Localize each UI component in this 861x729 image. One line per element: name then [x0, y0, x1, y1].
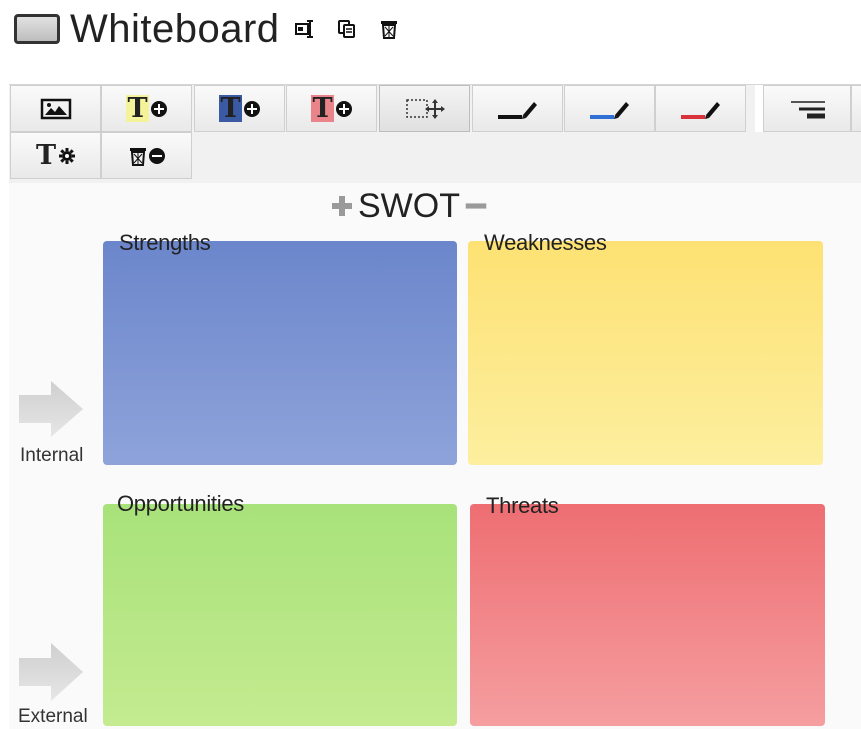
quadrant-label-threats: Threats: [486, 493, 559, 518]
pen-icon: [497, 101, 537, 119]
insert-image-button[interactable]: [10, 85, 101, 132]
zoom-out-button[interactable]: [464, 194, 488, 218]
trash-remove-icon: [129, 146, 165, 166]
pen-black-button[interactable]: [472, 85, 563, 132]
row-label-external: External: [18, 706, 88, 727]
board-title-row: SWOT: [330, 186, 488, 226]
rename-icon: [294, 20, 313, 38]
plus-icon: [332, 196, 352, 216]
page-header: Whiteboard: [14, 6, 400, 52]
delete-button[interactable]: [378, 18, 400, 40]
page-title: Whiteboard: [70, 6, 280, 51]
quadrant-weaknesses[interactable]: [468, 241, 823, 465]
add-yellow-text-button[interactable]: T: [101, 85, 192, 132]
copy-button[interactable]: [336, 18, 358, 40]
trash-icon: [129, 147, 146, 166]
text-add-icon: T: [126, 95, 167, 122]
remove-items-button[interactable]: [101, 132, 192, 179]
pen-blue-button[interactable]: [564, 85, 655, 132]
text-settings-icon: T: [35, 142, 76, 169]
quadrant-opportunities[interactable]: [103, 504, 457, 726]
minus-circle-icon: [148, 147, 165, 164]
pen-icon: [680, 101, 720, 119]
minus-icon: [465, 203, 487, 209]
toolbar-overflow: [851, 85, 861, 132]
header-actions: [294, 18, 400, 40]
quadrant-strengths[interactable]: [103, 241, 457, 465]
image-icon: [40, 98, 71, 119]
pen-icon: [589, 101, 629, 119]
toolbar-separator: [755, 85, 763, 132]
gear-icon: [59, 147, 76, 164]
line-width-button[interactable]: [763, 85, 851, 132]
quadrant-threats[interactable]: [470, 504, 825, 726]
quadrant-label-strengths: Strengths: [119, 230, 211, 255]
quadrant-label-opportunities: Opportunities: [117, 491, 244, 516]
text-add-icon: T: [311, 95, 352, 122]
text-add-icon: T: [219, 95, 260, 122]
rename-button[interactable]: [294, 18, 316, 40]
add-red-text-button[interactable]: T: [286, 85, 377, 132]
zoom-in-button[interactable]: [330, 194, 354, 218]
arrow-right-icon: [19, 381, 83, 437]
add-blue-text-button[interactable]: T: [194, 85, 285, 132]
text-settings-button[interactable]: T: [10, 132, 101, 179]
copy-icon: [337, 20, 355, 38]
whiteboard-toolbar: T T T T: [9, 84, 861, 183]
trash-icon: [380, 21, 397, 39]
line-width-icon: [791, 100, 825, 118]
arrow-right-icon: [19, 643, 83, 701]
board-title: SWOT: [358, 186, 460, 225]
row-label-internal: Internal: [20, 445, 84, 466]
pen-red-button[interactable]: [655, 85, 746, 132]
quadrant-label-weaknesses: Weaknesses: [484, 230, 607, 255]
whiteboard-icon: [14, 14, 60, 44]
select-move-icon: [405, 98, 445, 119]
select-move-button[interactable]: [379, 85, 470, 132]
